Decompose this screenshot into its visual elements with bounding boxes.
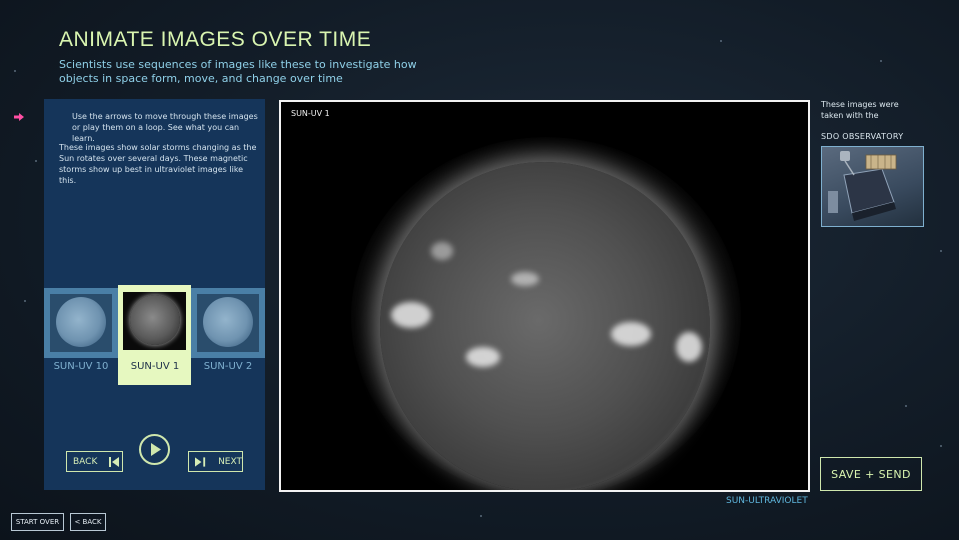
back-label: BACK [73,456,98,467]
page-title: ANIMATE IMAGES OVER TIME [59,28,372,51]
thumbnail-image [50,294,112,352]
thumbnail-image [123,292,186,350]
thumbnail-image [197,294,259,352]
instruction-text: Use the arrows to move through these ima… [72,112,258,143]
sun-flare [676,332,702,362]
thumbnail-label: SUN-UV 1 [130,361,180,372]
star [940,250,942,252]
star [35,160,37,162]
observatory-name: SDO OBSERVATORY [821,132,904,141]
info-text: These images were taken with the [821,100,899,120]
thumbnail-label: SUN-UV 10 [53,361,109,372]
star [940,445,942,447]
play-icon [151,443,161,456]
sun-flare [511,272,539,286]
star [905,405,907,407]
star [880,60,882,62]
thumbnail-label: SUN-UV 2 [203,361,253,372]
star [720,40,722,42]
page-subtitle: Scientists use sequences of images like … [59,58,417,85]
sun-flare [391,302,431,328]
thumbnail-sun-uv-1[interactable]: SUN-UV 1 [118,285,191,385]
next-button[interactable]: NEXT [188,451,243,472]
description-text: These images show solar storms changing … [59,143,257,185]
skip-back-icon [109,456,120,467]
image-viewer: SUN-UV 1 [279,100,810,492]
sun-flare [466,347,500,367]
save-send-button[interactable]: SAVE + SEND [820,457,922,491]
viewer-caption: SUN-ULTRAVIOLET [726,496,808,506]
thumbnail-sun-uv-10[interactable] [44,288,118,358]
observatory-image [821,146,924,227]
sun-flare [611,322,651,346]
footer-back-button[interactable]: < BACK [70,513,106,531]
arrow-right-icon [14,113,24,121]
back-button[interactable]: BACK [66,451,123,472]
next-label: NEXT [218,456,242,467]
star [24,300,26,302]
star [480,515,482,517]
star [14,70,16,72]
sun-image [380,162,710,490]
thumbnail-sun-uv-2[interactable] [191,288,265,358]
skip-forward-icon [195,456,206,467]
sun-flare [431,242,453,260]
start-over-button[interactable]: START OVER [11,513,64,531]
satellite-icon [828,151,897,221]
viewer-label: SUN-UV 1 [291,109,330,118]
play-button[interactable] [139,434,170,465]
